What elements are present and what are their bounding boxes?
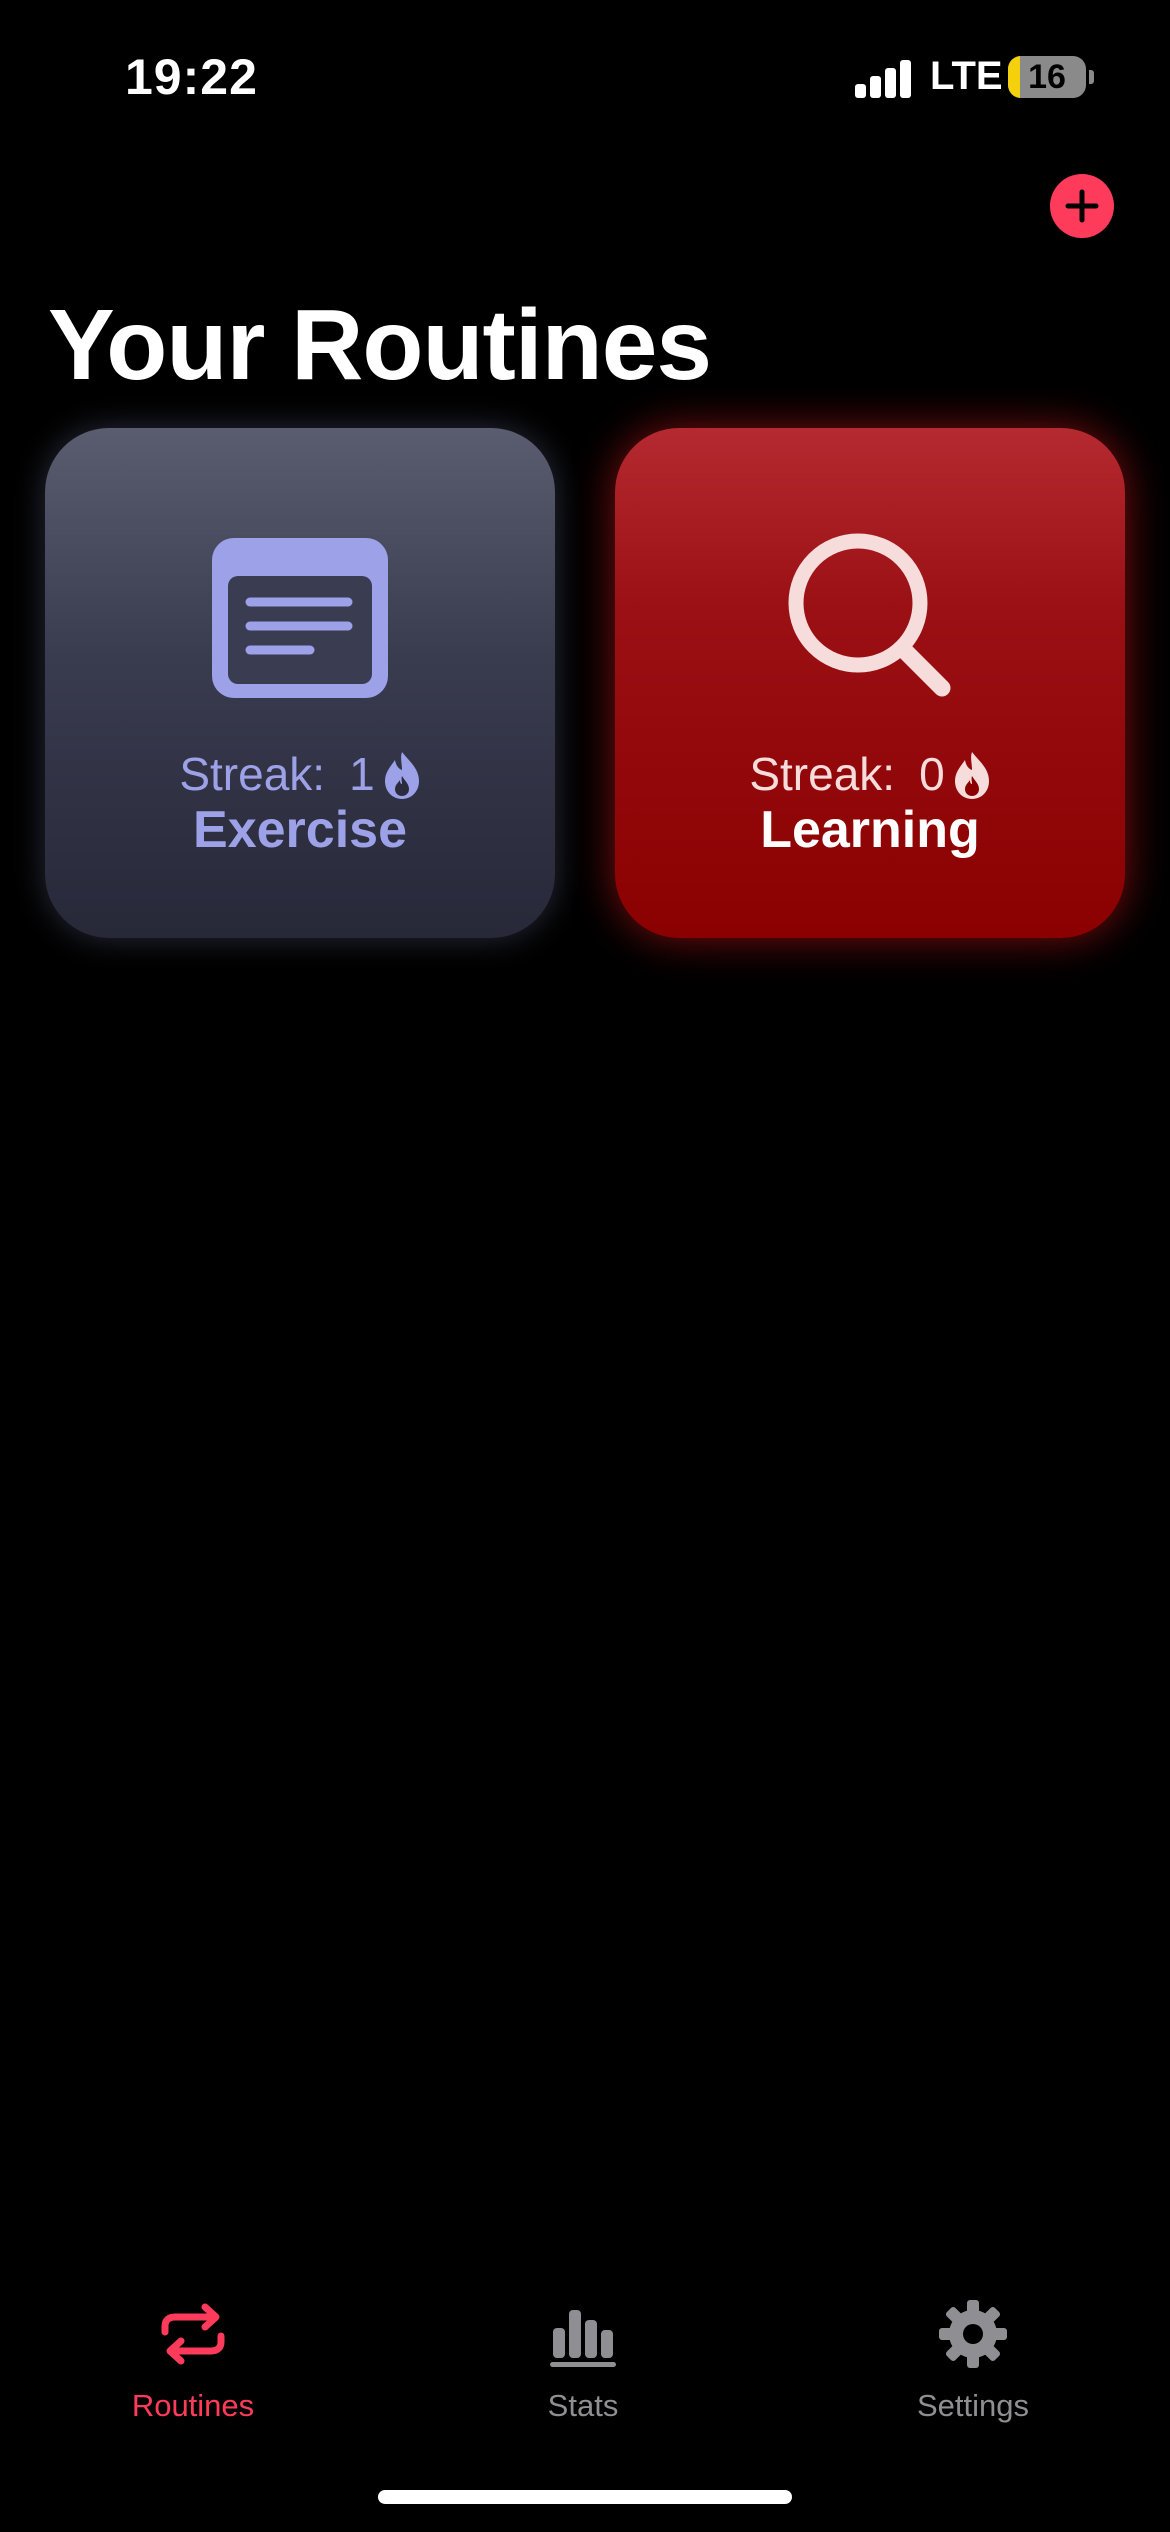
tab-stats[interactable]: Stats xyxy=(453,2280,713,2430)
plus-icon xyxy=(1065,189,1099,223)
battery-level: 16 xyxy=(1028,58,1066,96)
repeat-icon xyxy=(161,2303,225,2365)
add-routine-button[interactable] xyxy=(1050,174,1114,238)
flame-icon xyxy=(954,752,989,799)
routine-name: Exercise xyxy=(193,801,407,859)
gear-icon xyxy=(939,2300,1007,2368)
status-bar: 19:22 LTE 16 xyxy=(0,0,1170,150)
battery-cap xyxy=(1089,70,1094,84)
tab-settings[interactable]: Settings xyxy=(843,2280,1103,2430)
routine-name: Learning xyxy=(760,801,980,859)
routine-card-exercise[interactable]: Streak: 1 Exercise xyxy=(45,428,555,938)
home-indicator[interactable] xyxy=(378,2490,792,2504)
streak-row: Streak: 1 xyxy=(45,746,555,802)
status-time: 19:22 xyxy=(125,49,258,105)
tab-label: Stats xyxy=(547,2388,619,2423)
signal-strength-icon xyxy=(855,58,915,98)
streak-value: 1 xyxy=(349,748,375,800)
page-title: Your Routines xyxy=(48,289,712,401)
streak-value: 0 xyxy=(919,748,945,800)
tab-label: Settings xyxy=(916,2388,1029,2423)
flame-icon xyxy=(384,752,419,799)
tab-label: Routines xyxy=(131,2388,255,2423)
streak-row: Streak: 0 xyxy=(615,746,1125,802)
network-type: LTE xyxy=(930,54,1003,98)
tab-routines[interactable]: Routines xyxy=(63,2280,323,2430)
tab-bar: Routines Stats Settings xyxy=(0,2280,1170,2430)
magnifying-glass-icon xyxy=(788,533,951,697)
battery-icon: 16 xyxy=(1008,56,1086,98)
streak-label: Streak: xyxy=(179,748,326,800)
streak-label: Streak: xyxy=(749,748,896,800)
routine-card-learning[interactable]: Streak: 0 Learning xyxy=(615,428,1125,938)
list-card-icon xyxy=(212,538,388,698)
bar-chart-icon xyxy=(550,2310,616,2367)
